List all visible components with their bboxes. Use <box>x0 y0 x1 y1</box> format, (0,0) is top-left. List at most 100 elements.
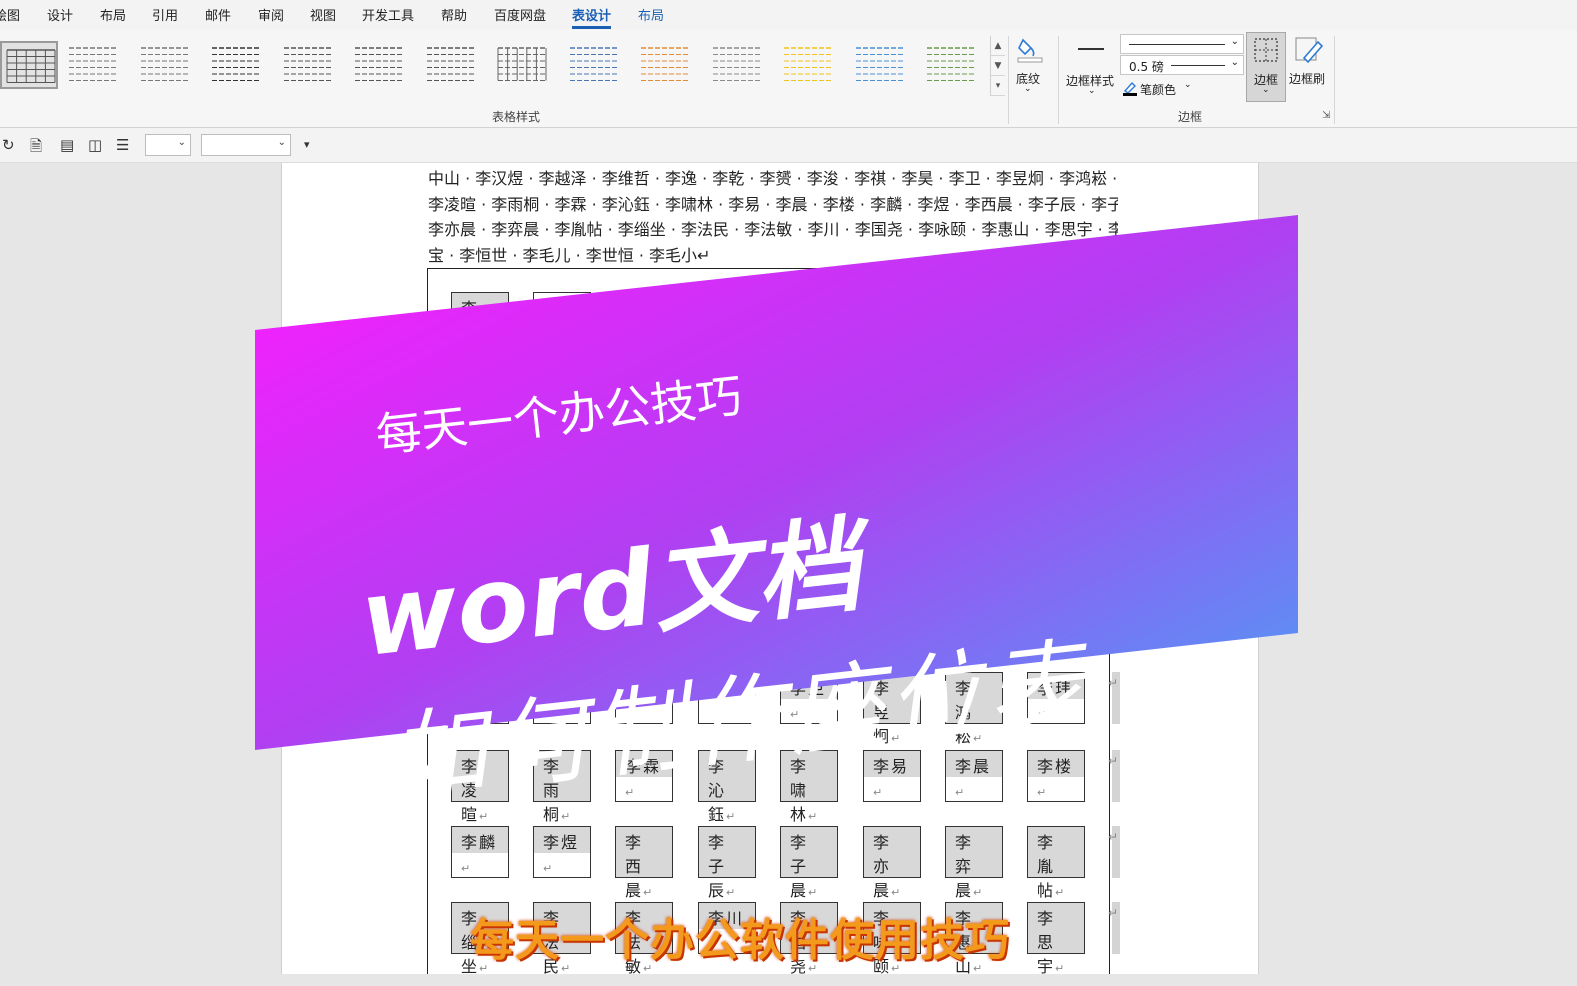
seat-cell[interactable] <box>945 292 1003 344</box>
seat-cell[interactable]: 李 子 辰↵ <box>698 826 756 900</box>
pen-color-button[interactable]: 笔颜色 ⌄ <box>1122 80 1202 98</box>
return-mark: ↵ <box>643 886 653 899</box>
table-style-8[interactable] <box>565 41 623 89</box>
table-style-12[interactable] <box>851 41 909 89</box>
table-style-9[interactable] <box>636 41 694 89</box>
tab-6[interactable]: 视图 <box>310 5 336 24</box>
table-style-7[interactable] <box>493 41 551 89</box>
seat-name: 李煜 <box>543 833 580 852</box>
line-style-sample <box>1129 44 1225 45</box>
chevron-down-icon: ⌄ <box>1230 57 1239 68</box>
row-return-mark: ↵ <box>1108 754 1119 768</box>
style-dropdown[interactable]: ⌄ <box>201 134 291 156</box>
line-weight-sample <box>1171 65 1225 66</box>
tab-11[interactable]: 布局 <box>638 5 664 24</box>
gallery-up-icon[interactable]: ▲ <box>991 36 1005 56</box>
text-wrap-icon[interactable]: ☰ <box>116 136 129 154</box>
ribbon-tab-bar: 绘图 设计 布局 引用 邮件 审阅 视图 开发工具 帮助 百度网盘 表设计 布局 <box>0 0 1577 30</box>
seat-name: 李 弈 晨 <box>955 833 974 900</box>
redo-icon[interactable]: ↻ <box>2 136 15 154</box>
tab-4[interactable]: 邮件 <box>205 5 231 24</box>
table-style-preview-icon <box>140 47 189 81</box>
line-style-dropdown[interactable]: ⌄ <box>1120 34 1244 54</box>
seat-cell[interactable]: 李 西 晨↵ <box>615 826 673 900</box>
table-style-2[interactable] <box>136 41 194 89</box>
seat-name: 李 子 晨 <box>790 833 809 900</box>
seat-cell[interactable]: 李煜 ↵ <box>533 826 591 878</box>
tab-7[interactable]: 开发工具 <box>362 5 414 24</box>
table-style-preview-icon <box>569 47 618 81</box>
table-style-preview-icon <box>497 47 547 81</box>
columns-icon[interactable]: ◫ <box>88 136 102 154</box>
return-mark: ↵ <box>955 786 965 799</box>
tab-0[interactable]: 绘图 <box>0 5 20 24</box>
tab-2[interactable]: 布局 <box>100 5 126 24</box>
page-icon[interactable]: ▤ <box>60 136 74 154</box>
chevron-down-icon: ⌄ <box>1088 86 1096 96</box>
table-style-preview-icon <box>855 47 904 81</box>
table-style-4[interactable] <box>279 41 337 89</box>
tab-3[interactable]: 引用 <box>152 5 178 24</box>
borders-icon <box>1254 38 1278 62</box>
return-mark: ↵ <box>479 810 489 823</box>
document-icon[interactable]: 🗎 <box>30 136 42 161</box>
seat-cell[interactable] <box>1027 292 1085 344</box>
seat-cell[interactable]: 李楼 ↵ <box>1027 750 1085 802</box>
seat-cell[interactable] <box>780 292 838 344</box>
tab-1[interactable]: 设计 <box>47 5 73 24</box>
table-style-10[interactable] <box>708 41 766 89</box>
seat-cell[interactable]: 李 思 宇↵ <box>1027 902 1085 976</box>
table-style-1[interactable] <box>64 41 122 89</box>
table-style-preview-icon <box>641 47 689 81</box>
line-weight-dropdown[interactable]: 0.5 磅 ⌄ <box>1120 55 1244 75</box>
seat-cell[interactable] <box>863 292 921 344</box>
borders-group-label: 边框 <box>1178 110 1203 124</box>
seat-name: 李麟 <box>461 833 498 852</box>
tab-10[interactable]: 表设计 <box>572 5 612 29</box>
chevron-down-icon: ⌄ <box>277 137 286 148</box>
border-styles-button[interactable]: 边框样式 ⌄ <box>1064 34 1118 98</box>
border-painter-button[interactable]: 边框刷 <box>1288 32 1330 102</box>
status-bar <box>0 974 1577 986</box>
border-painter-icon <box>1295 37 1324 64</box>
borders-button[interactable]: 边框 ⌄ <box>1246 32 1286 102</box>
return-mark: ↵ <box>891 886 901 899</box>
seat-cell[interactable]: 李麟 ↵ <box>451 826 509 878</box>
tab-5[interactable]: 审阅 <box>258 5 284 24</box>
chevron-down-icon: ⌄ <box>1184 80 1192 90</box>
table-style-11[interactable] <box>779 41 837 89</box>
seat-cell[interactable]: 李 胤 帖↵ <box>1027 826 1085 900</box>
table-style-preview-icon <box>426 47 475 81</box>
tab-8[interactable]: 帮助 <box>441 5 467 24</box>
seat-cell[interactable] <box>533 292 591 344</box>
seat-cell[interactable]: 李 齐↵ <box>451 292 509 344</box>
seat-cell[interactable]: 李 亦 晨↵ <box>863 826 921 900</box>
seat-cell[interactable]: 李 子 晨↵ <box>780 826 838 900</box>
ribbon-table-design: ▲ ▼ ▾ 表格样式 底纹 ⌄ 边框样式 ⌄ ⌄ 0.5 磅 ⌄ 笔颜色 ⌄ 边… <box>0 30 1577 128</box>
return-mark: ↵ <box>1037 786 1047 799</box>
table-style-preview-icon <box>927 47 975 81</box>
row-return-mark: ↵ <box>1108 296 1119 310</box>
seat-cell[interactable] <box>698 292 756 344</box>
gallery-scroll[interactable]: ▲ ▼ ▾ <box>990 36 1005 96</box>
table-style-preview-icon <box>69 47 117 81</box>
customize-toolbar-icon[interactable]: ▾ <box>304 138 310 151</box>
table-style-3[interactable] <box>207 41 265 89</box>
seat-cell[interactable] <box>615 292 673 344</box>
table-style-6[interactable] <box>422 41 480 89</box>
table-style-13[interactable] <box>922 41 980 89</box>
table-styles-group-label: 表格样式 <box>492 110 541 124</box>
gallery-more-icon[interactable]: ▾ <box>991 76 1005 96</box>
tab-9[interactable]: 百度网盘 <box>494 5 546 24</box>
table-style-5[interactable] <box>350 41 408 89</box>
seat-name: 李 思 宇 <box>1037 909 1056 976</box>
table-style-0[interactable] <box>0 41 58 89</box>
seat-cell[interactable]: 李 弈 晨↵ <box>945 826 1003 900</box>
gallery-down-icon[interactable]: ▼ <box>991 56 1005 76</box>
return-mark: ↵ <box>973 886 983 899</box>
font-size-dropdown[interactable]: ⌄ <box>145 134 191 156</box>
dialog-launcher-icon[interactable]: ⇲ <box>1322 110 1330 121</box>
return-mark: ↵ <box>808 886 818 899</box>
chevron-down-icon: ⌄ <box>1230 36 1239 47</box>
shading-button[interactable]: 底纹 ⌄ <box>1012 34 1048 98</box>
